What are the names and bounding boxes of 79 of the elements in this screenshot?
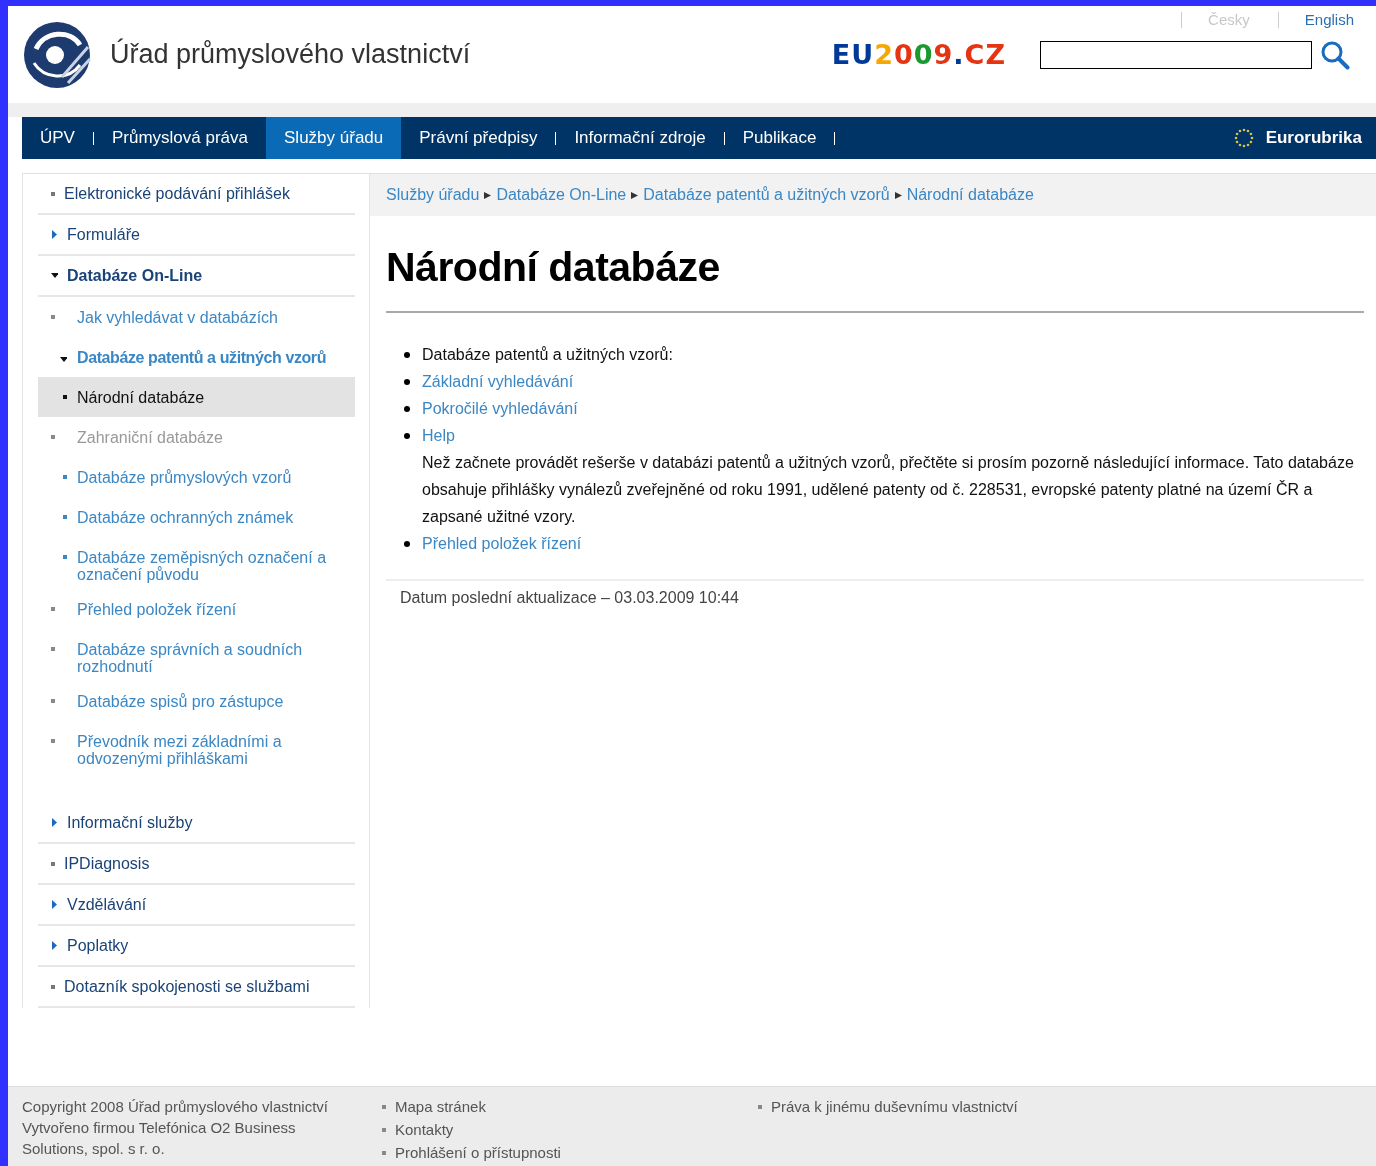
bullet-icon [382, 1127, 386, 1132]
sidebar-item[interactable]: Databáze ochranných známek [38, 497, 355, 537]
nav-tab[interactable]: Publikace [724, 117, 835, 159]
content-link[interactable]: Pokročilé vyhledávání [422, 400, 578, 417]
nav-tab[interactable]: Informační zdroje [556, 117, 724, 159]
caret-right-icon [51, 818, 58, 827]
sidebar-item[interactable]: Databáze zeměpisných označení a označení původu [38, 537, 355, 589]
sidebar-item[interactable]: Elektronické podávání přihlášek [38, 174, 355, 215]
sidebar-item[interactable]: Převodník mezi základními a odvozenými přihláškami [38, 721, 355, 773]
bullet-icon [404, 352, 410, 358]
content-link[interactable]: Základní vyhledávání [422, 373, 574, 390]
caret-down-icon [51, 271, 58, 280]
sidebar-item[interactable]: Jak vyhledávat v databázích [38, 297, 355, 337]
bullet-icon [63, 555, 67, 559]
search-field[interactable] [1040, 40, 1312, 69]
bullet-icon [758, 1104, 762, 1109]
footer-link[interactable]: Mapa stránek [382, 1095, 728, 1118]
bullet-icon [63, 395, 67, 399]
sidebar-item[interactable]: Dotazník spokojenosti se službami [38, 967, 355, 1008]
sidebar-item[interactable]: Databáze průmyslových vzorů [38, 457, 355, 497]
sidebar-item[interactable]: Přehled položek řízení [38, 589, 355, 629]
sidebar-item[interactable]: Národní databáze [38, 377, 355, 417]
sidebar-item[interactable]: Poplatky [38, 926, 355, 967]
info-paragraph: Než začnete provádět rešerše v databázi patentů a užitných vzorů, přečtěte si prosím pozorně následující informace. Tato databáze obsahuje přihlášky vynálezů zveřejněné od roku 1991, udělené patenty od č. 228531, evropské patenty platné na území ČR a zapsané užitné vzory. [422, 453, 1355, 527]
content-link[interactable]: Přehled položek řízení [422, 535, 582, 552]
nav-tab[interactable]: Právní předpisy [401, 117, 556, 159]
bullet-icon [404, 406, 410, 412]
breadcrumb-link[interactable]: Služby úřadu [386, 186, 480, 204]
footer-link[interactable]: Kontakty [382, 1118, 728, 1141]
breadcrumb-separator-icon [484, 191, 492, 199]
sidebar-item[interactable]: Formuláře [38, 215, 355, 256]
bullet-icon [63, 515, 67, 519]
bullet-icon [51, 861, 55, 866]
sidebar-item[interactable]: Databáze správních a soudních rozhodnutí [38, 629, 355, 681]
nav-tab[interactable]: Služby úřadu [266, 117, 402, 159]
bullet-icon [404, 379, 410, 385]
breadcrumb-link[interactable]: Databáze On-Line [496, 186, 627, 204]
bullet-icon [51, 647, 55, 651]
search-icon[interactable] [1320, 39, 1350, 70]
bullet-icon [51, 739, 55, 743]
sidebar-item[interactable]: Databáze On-Line [38, 256, 355, 297]
last-updated: Datum poslední aktualizace – 03.03.2009 10:44 [386, 579, 1364, 615]
sidebar-item[interactable]: Databáze patentů a užitných vzorů [38, 337, 355, 377]
caret-right-icon [51, 900, 58, 909]
bullet-icon [51, 315, 55, 319]
caret-right-icon [51, 230, 58, 239]
bullet-icon [51, 984, 55, 989]
nav-tab[interactable]: Průmyslová práva [93, 117, 267, 159]
bullet-icon [51, 191, 55, 196]
content-link[interactable]: Help [422, 427, 455, 444]
caret-right-icon [51, 941, 58, 950]
page-title: Národní databáze [386, 244, 1364, 313]
copyright-text: Copyright 2008 Úřad průmyslového vlastnictví Vytvořeno firmou Telefónica O2 Business Solutions, spol. s r. o. [22, 1097, 329, 1159]
breadcrumb-link[interactable]: Databáze patentů a užitných vzorů [643, 186, 890, 204]
eu-stars-icon [1233, 128, 1254, 148]
sidebar-item[interactable]: IPDiagnosis [38, 844, 355, 885]
site-title: Úřad průmyslového vlastnictví [110, 39, 472, 70]
caret-down-icon [60, 355, 67, 364]
bullet-icon [51, 607, 55, 611]
bullet-icon [382, 1104, 386, 1109]
bullet-icon [51, 435, 55, 439]
bullet-icon [382, 1150, 386, 1155]
bullet-icon [404, 433, 410, 439]
bullet-icon [51, 699, 55, 703]
sidebar-item[interactable]: Informační služby [38, 803, 355, 844]
footer-link[interactable]: Práva k jinému duševnímu vlastnictví [758, 1095, 1104, 1118]
language-link[interactable]: English [1277, 12, 1354, 28]
eurorubrika-link[interactable]: Eurorubrika [1233, 117, 1376, 159]
bullet-icon [63, 475, 67, 479]
nav-tab[interactable]: ÚPV [22, 117, 93, 159]
list-text: Databáze patentů a užitných vzorů: [422, 346, 673, 363]
breadcrumb-link[interactable]: Národní databáze [906, 186, 1034, 204]
sidebar-item[interactable]: Vzdělávání [38, 885, 355, 926]
breadcrumb-separator-icon [894, 191, 902, 199]
breadcrumb-separator-icon [631, 191, 639, 199]
bullet-icon [404, 541, 410, 547]
eu-presidency-logo[interactable]: EU2009.CZ [831, 39, 1006, 70]
footer-link[interactable]: Prohlášení o přístupnosti [382, 1141, 728, 1164]
sidebar-item[interactable]: Databáze spisů pro zástupce [38, 681, 355, 721]
